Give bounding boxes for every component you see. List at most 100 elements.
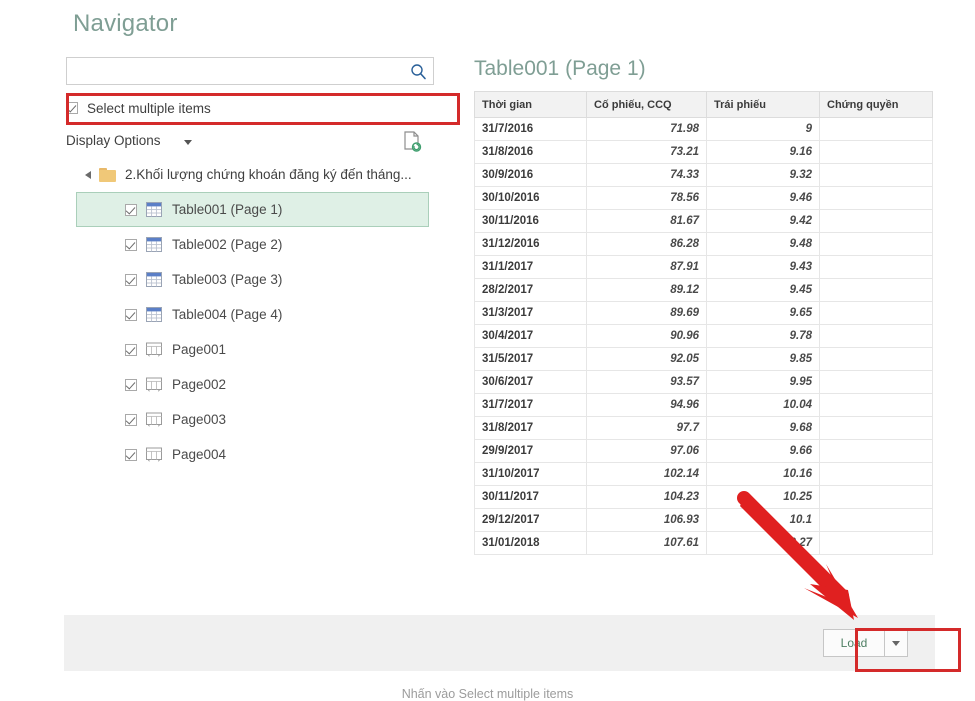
tree-item-page001[interactable]: Page001 — [66, 332, 434, 367]
tree-item-checkbox[interactable] — [125, 273, 137, 286]
cell-value: 10.04 — [706, 393, 820, 417]
tree-root-item[interactable]: 2.Khối lượng chứng khoán đăng ký đến thá… — [66, 157, 434, 192]
tree-item-table001-page-1[interactable]: Table001 (Page 1) — [76, 192, 429, 227]
search-input[interactable] — [71, 61, 405, 83]
column-header[interactable]: Thời gian — [474, 91, 587, 118]
table-row: 31/8/2017 97.7 9.68 — [474, 416, 933, 440]
table-icon — [146, 202, 162, 217]
tree-item-label: Table001 (Page 1) — [172, 202, 283, 217]
load-button[interactable]: Load — [823, 629, 885, 657]
folder-icon — [99, 167, 116, 182]
cell-value: 92.05 — [586, 347, 707, 371]
page-icon — [146, 447, 162, 462]
cell-value: 102.14 — [586, 462, 707, 486]
tree-item-checkbox[interactable] — [125, 203, 137, 216]
table-row: 31/3/2017 89.69 9.65 — [474, 301, 933, 325]
cell-value: 10.25 — [706, 485, 820, 509]
table-row: 28/2/2017 89.12 9.45 — [474, 278, 933, 302]
refresh-document-icon[interactable] — [402, 131, 422, 153]
select-multiple-items-checkbox[interactable] — [66, 102, 78, 114]
cell-value — [819, 462, 933, 486]
cell-value: 90.96 — [586, 324, 707, 348]
table-row: 29/12/2017 106.93 10.1 — [474, 508, 933, 532]
cell-value — [819, 416, 933, 440]
cell-value — [819, 163, 933, 187]
table-row: 31/10/2017 102.14 10.16 — [474, 462, 933, 486]
cell-value: 9.48 — [706, 232, 820, 256]
cell-value: 9.66 — [706, 439, 820, 463]
tree-item-checkbox[interactable] — [125, 448, 137, 461]
table-row: 31/7/2016 71.98 9 — [474, 117, 933, 141]
load-dropdown-button[interactable] — [885, 629, 908, 657]
tree-item-page003[interactable]: Page003 — [66, 402, 434, 437]
tree-item-label: Table003 (Page 3) — [172, 272, 283, 287]
cell-date: 29/9/2017 — [474, 439, 587, 463]
cell-value — [819, 232, 933, 256]
tree-item-checkbox[interactable] — [125, 308, 137, 321]
table-row: 31/7/2017 94.96 10.04 — [474, 393, 933, 417]
tree-item-table003-page-3[interactable]: Table003 (Page 3) — [66, 262, 434, 297]
page-icon — [146, 377, 162, 392]
tree-item-page002[interactable]: Page002 — [66, 367, 434, 402]
cell-date: 31/1/2017 — [474, 255, 587, 279]
cell-value: 74.33 — [586, 163, 707, 187]
cell-value — [819, 531, 933, 555]
navigator-tree: 2.Khối lượng chứng khoán đăng ký đến thá… — [66, 157, 434, 472]
cell-value: 86.28 — [586, 232, 707, 256]
load-button-group[interactable]: Load — [823, 629, 908, 657]
table-row: 31/01/2018 107.61 10.27 — [474, 531, 933, 555]
cell-value — [819, 301, 933, 325]
table-row: 31/8/2016 73.21 9.16 — [474, 140, 933, 164]
cell-value: 10.1 — [706, 508, 820, 532]
tree-item-table002-page-2[interactable]: Table002 (Page 2) — [66, 227, 434, 262]
cell-value: 9.78 — [706, 324, 820, 348]
chevron-down-icon — [892, 640, 900, 646]
cell-date: 31/7/2016 — [474, 117, 587, 141]
page-title: Navigator — [73, 10, 178, 37]
tree-item-checkbox[interactable] — [125, 378, 137, 391]
column-header[interactable]: Chứng quyền — [819, 91, 933, 118]
tree-item-label: Page003 — [172, 412, 227, 427]
tree-children: Table001 (Page 1) Table002 (Page 2) Table0… — [66, 192, 434, 472]
cell-value — [819, 278, 933, 302]
cell-date: 30/11/2016 — [474, 209, 587, 233]
cell-date: 31/3/2017 — [474, 301, 587, 325]
tree-item-checkbox[interactable] — [125, 238, 137, 251]
cell-value — [819, 439, 933, 463]
column-header[interactable]: Cố phiếu, CCQ — [586, 91, 707, 118]
tree-item-label: Page004 — [172, 447, 227, 462]
preview-table: Thời gian Cố phiếu, CCQ Trái phiếu Chứng qu… — [474, 91, 933, 555]
tree-item-table004-page-4[interactable]: Table004 (Page 4) — [66, 297, 434, 332]
expander-icon[interactable] — [85, 170, 91, 179]
cell-value: 9.85 — [706, 347, 820, 371]
cell-value: 106.93 — [586, 508, 707, 532]
select-multiple-items-label: Select multiple items — [87, 100, 211, 116]
search-box[interactable] — [66, 57, 434, 85]
cell-value: 9.42 — [706, 209, 820, 233]
tree-item-checkbox[interactable] — [125, 413, 137, 426]
preview-table-header-row: Thời gian Cố phiếu, CCQ Trái phiếu Chứng qu… — [474, 91, 933, 118]
display-options-row[interactable]: Display Options — [66, 130, 434, 156]
cell-date: 30/9/2016 — [474, 163, 587, 187]
table-icon — [146, 237, 162, 252]
cell-value: 9.16 — [706, 140, 820, 164]
cell-date: 29/12/2017 — [474, 508, 587, 532]
table-row: 29/9/2017 97.06 9.66 — [474, 439, 933, 463]
cell-value: 107.61 — [586, 531, 707, 555]
tree-item-page004[interactable]: Page004 — [66, 437, 434, 472]
cell-date: 30/10/2016 — [474, 186, 587, 210]
cell-value: 93.57 — [586, 370, 707, 394]
chevron-down-icon[interactable] — [184, 140, 192, 145]
cell-date: 31/10/2017 — [474, 462, 587, 486]
tree-item-label: Table004 (Page 4) — [172, 307, 283, 322]
display-options-label: Display Options — [66, 133, 161, 148]
search-icon[interactable] — [410, 63, 427, 80]
cell-value: 9.68 — [706, 416, 820, 440]
select-multiple-items-row[interactable]: Select multiple items — [66, 93, 434, 123]
column-header[interactable]: Trái phiếu — [706, 91, 820, 118]
cell-date: 31/7/2017 — [474, 393, 587, 417]
table-row: 30/11/2017 104.23 10.25 — [474, 485, 933, 509]
cell-value — [819, 347, 933, 371]
table-row: 30/4/2017 90.96 9.78 — [474, 324, 933, 348]
tree-item-checkbox[interactable] — [125, 343, 137, 356]
